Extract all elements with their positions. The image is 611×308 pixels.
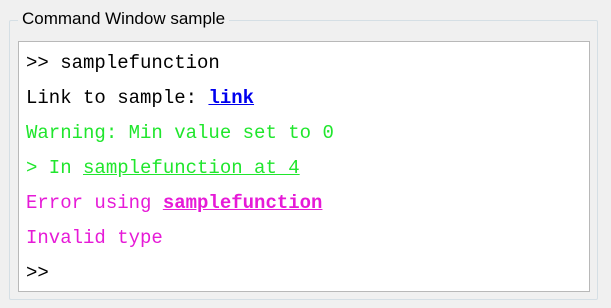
command-line: >> samplefunction [26, 52, 220, 74]
warning-location-link[interactable]: samplefunction at 4 [83, 157, 300, 179]
link-output-line: Link to sample: link [26, 86, 254, 110]
warning-location-line: > In samplefunction at 4 [26, 156, 300, 180]
command-prompt[interactable]: >> [26, 261, 49, 285]
link-output-label: Link to sample: [26, 87, 209, 109]
command-window-console[interactable]: >> samplefunction Link to sample: link W… [18, 41, 590, 292]
error-label: Error using [26, 192, 163, 214]
warning-location-label: > In [26, 157, 84, 179]
error-function-link[interactable]: samplefunction [163, 192, 323, 214]
group-title: Command Window sample [18, 8, 230, 30]
error-message: Invalid type [26, 227, 163, 249]
sample-link[interactable]: link [208, 87, 254, 109]
warning-message: Warning: Min value set to 0 [26, 122, 334, 144]
error-line: Error using samplefunction [26, 191, 322, 215]
